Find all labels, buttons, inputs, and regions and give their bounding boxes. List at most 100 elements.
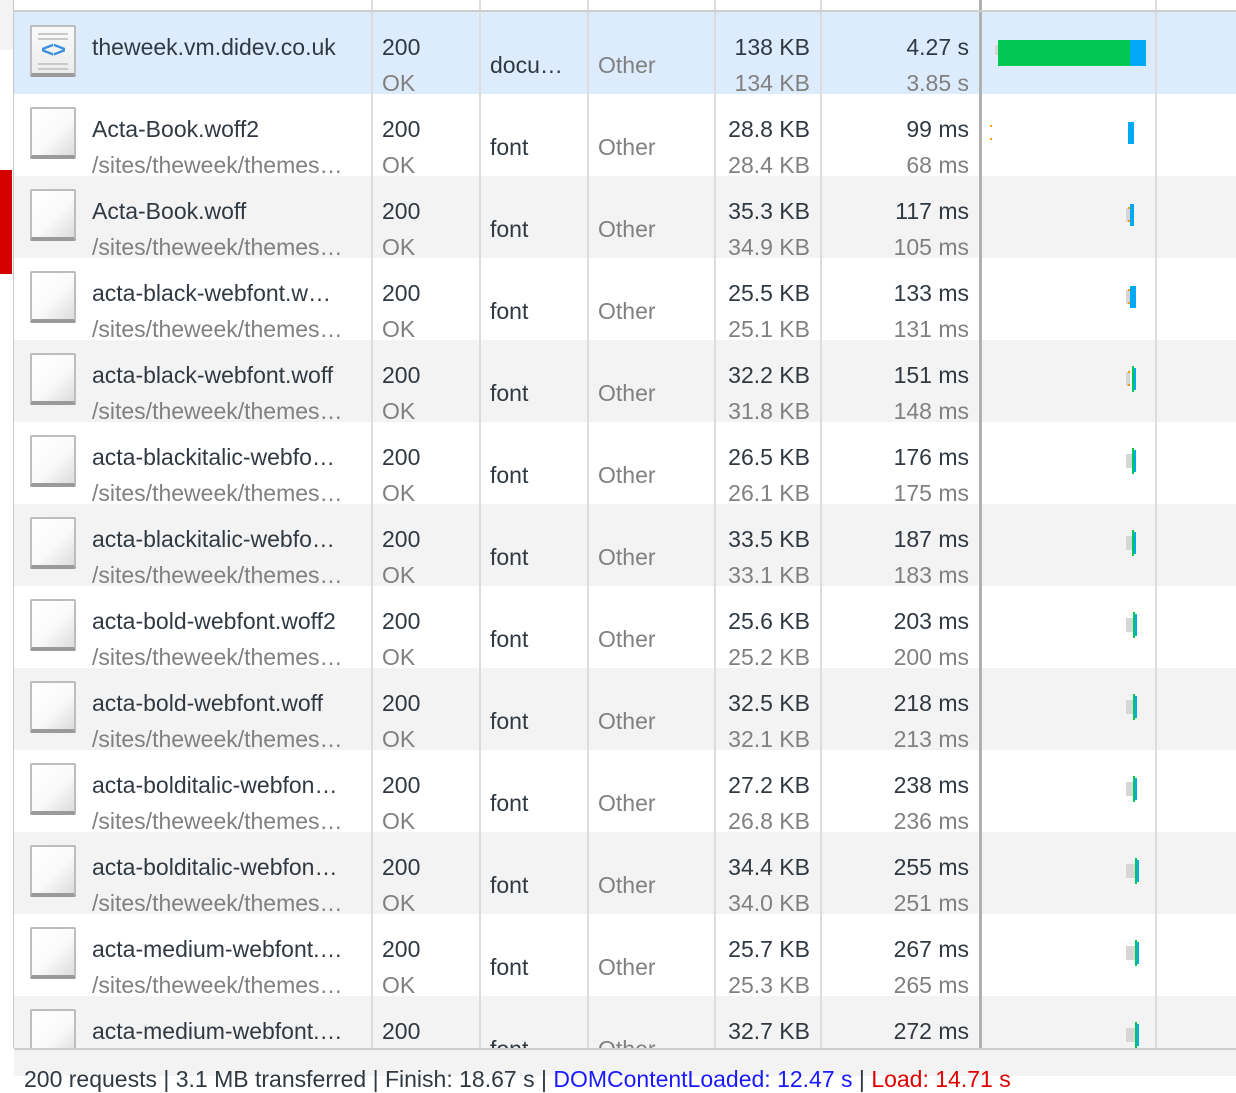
waterfall-cell [982,258,1157,340]
request-name[interactable]: acta-black-webfont.woff [92,362,362,388]
waterfall-stall-segment [1126,700,1133,714]
column-initiator[interactable] [589,0,716,10]
table-row[interactable]: <> theweek.vm.didev.co.uk 200 OK docu… Other 1… [14,12,1236,96]
table-row[interactable]: acta-bolditalic-webfon… /sites/theweek/th… [14,832,1236,916]
name-cell[interactable]: acta-medium-webfont.…/sites/theweek/them… [14,996,373,1048]
file-icon [30,107,76,159]
transfer-size: 28.8 KB [728,116,810,142]
file-icon [30,435,76,487]
column-time[interactable] [822,0,982,10]
name-cell[interactable]: acta-bolditalic-webfon… /sites/theweek/th… [14,832,373,916]
table-row[interactable]: acta-bolditalic-webfon… /sites/theweek/th… [14,750,1236,834]
request-name[interactable]: acta-bold-webfont.woff2 [92,608,362,634]
table-row[interactable]: Acta-Book.woff/sites/theweek/themes… 200 O… [14,176,1236,260]
total-time: 99 ms [906,116,969,142]
total-time: 267 ms [893,936,969,962]
table-row[interactable]: acta-blackitalic-webfo… /sites/theweek/th… [14,504,1236,588]
spacer-cell [1157,914,1236,996]
name-cell[interactable]: acta-medium-webfont.…/sites/theweek/them… [14,914,373,998]
status-text: OK [382,562,416,588]
name-cell[interactable]: <> theweek.vm.didev.co.uk [14,12,373,94]
status-code: 200 [382,526,421,552]
column-waterfall[interactable] [982,0,1157,10]
waterfall-cell [982,340,1157,422]
status-cell: 200 OK [373,340,481,424]
request-count: 200 requests [24,1066,157,1092]
name-cell[interactable]: Acta-Book.woff2/sites/theweek/themes… [14,94,373,178]
status-text: OK [382,152,416,178]
column-size[interactable] [716,0,822,10]
status-cell: 200 OK [373,94,481,178]
table-row[interactable]: acta-medium-webfont.…/sites/theweek/them… [14,914,1236,998]
request-name[interactable]: acta-black-webfont.w… [92,280,362,306]
name-cell[interactable]: acta-bold-webfont.woff/sites/theweek/the… [14,668,373,752]
request-name[interactable]: acta-blackitalic-webfo… [92,526,362,552]
initiator: Other [598,872,656,898]
type-cell: font [481,258,589,340]
table-row[interactable]: acta-black-webfont.woff/sites/theweek/th… [14,340,1236,424]
initiator-cell: Other [589,12,716,94]
table-row[interactable]: acta-blackitalic-webfo… /sites/theweek/th… [14,422,1236,506]
load-time: Load: 14.71 s [871,1066,1011,1092]
time-cell: 4.27 s 3.85 s [822,12,982,96]
request-path: /sites/theweek/themes… [92,644,343,670]
table-row[interactable]: acta-medium-webfont.…/sites/theweek/them… [14,996,1236,1048]
status-code: 200 [382,608,421,634]
waterfall-waiting-segment [998,40,1130,66]
resource-type: font [490,134,529,160]
total-time: 255 ms [893,854,969,880]
table-row[interactable]: acta-black-webfont.w… /sites/theweek/them… [14,258,1236,342]
status-text: OK [382,890,416,916]
request-name[interactable]: acta-bold-webfont.woff [92,690,362,716]
name-cell[interactable]: acta-blackitalic-webfo… /sites/theweek/th… [14,504,373,588]
name-cell[interactable]: acta-bold-webfont.woff2/sites/theweek/th… [14,586,373,670]
table-row[interactable]: Acta-Book.woff2/sites/theweek/themes… 200… [14,94,1236,178]
request-name[interactable]: acta-bolditalic-webfon… [92,854,362,880]
resource-type: font [490,790,529,816]
column-name[interactable] [14,0,373,10]
column-status[interactable] [373,0,481,10]
name-cell[interactable]: acta-black-webfont.w… /sites/theweek/them… [14,258,373,342]
type-cell: font [481,914,589,996]
request-name[interactable]: theweek.vm.didev.co.uk [92,34,362,60]
latency: 68 ms [906,152,969,178]
time-cell: 203 ms 200 ms [822,586,982,670]
content-size: 26.1 KB [728,480,810,506]
request-name[interactable]: Acta-Book.woff [92,198,362,224]
request-path: /sites/theweek/themes… [92,808,343,834]
name-cell[interactable]: acta-blackitalic-webfo… /sites/theweek/th… [14,422,373,506]
transfer-size: 25.6 KB [728,608,810,634]
total-time: 176 ms [893,444,969,470]
status-text: OK [382,480,416,506]
request-name[interactable]: acta-medium-webfont.… [92,1018,362,1044]
name-cell[interactable]: Acta-Book.woff/sites/theweek/themes… [14,176,373,260]
request-name[interactable]: acta-medium-webfont.… [92,936,362,962]
type-cell: font [481,504,589,586]
table-row[interactable]: acta-bold-webfont.woff/sites/theweek/the… [14,668,1236,752]
latency: 236 ms [893,808,969,834]
type-cell: font [481,750,589,832]
type-cell: font [481,94,589,176]
type-cell: docu… [481,12,589,94]
request-name[interactable]: Acta-Book.woff2 [92,116,362,142]
status-cell: 200 OK [373,12,481,96]
waterfall-receiving-segment [1135,614,1137,636]
transfer-size: 34.4 KB [728,854,810,880]
file-icon [30,1009,76,1048]
spacer-cell [1157,504,1236,586]
request-name[interactable]: acta-bolditalic-webfon… [92,772,362,798]
waterfall-receiving-segment [1135,778,1137,800]
time-cell: 267 ms 265 ms [822,914,982,998]
network-requests-table: <> theweek.vm.didev.co.uk 200 OK docu… Other 1… [14,0,1236,1048]
size-cell: 32.2 KB 31.8 KB [716,340,822,424]
table-body: <> theweek.vm.didev.co.uk 200 OK docu… Other 1… [14,12,1236,1048]
request-name[interactable]: acta-blackitalic-webfo… [92,444,362,470]
size-cell: 26.5 KB 26.1 KB [716,422,822,506]
table-row[interactable]: acta-bold-webfont.woff2/sites/theweek/th… [14,586,1236,670]
waterfall-cell [982,668,1157,750]
transfer-size: 27.2 KB [728,772,810,798]
name-cell[interactable]: acta-bolditalic-webfon… /sites/theweek/th… [14,750,373,834]
name-cell[interactable]: acta-black-webfont.woff/sites/theweek/th… [14,340,373,424]
column-type[interactable] [481,0,589,10]
type-cell: font [481,586,589,668]
